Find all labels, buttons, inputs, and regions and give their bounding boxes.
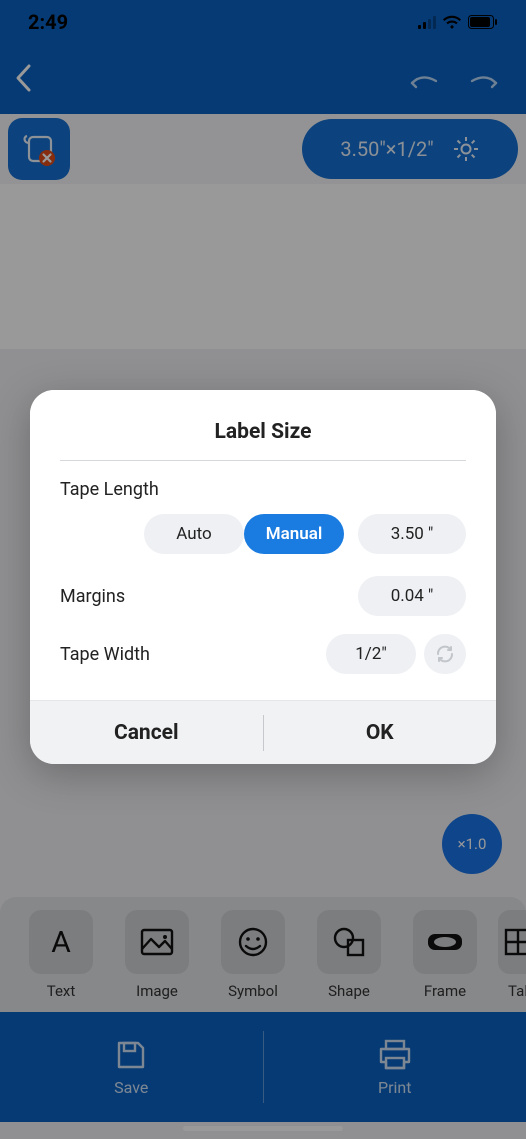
ok-button[interactable]: OK	[264, 701, 497, 764]
tape-length-value[interactable]: 3.50"	[358, 514, 466, 554]
tape-length-label: Tape Length	[60, 479, 466, 500]
tape-width-label: Tape Width	[60, 644, 150, 665]
margins-value[interactable]: 0.04"	[358, 576, 466, 616]
cancel-button[interactable]: Cancel	[30, 701, 263, 764]
length-mode-segment: Auto Manual	[144, 514, 344, 554]
margins-label: Margins	[60, 586, 125, 607]
modal-divider	[60, 460, 466, 461]
label-size-modal: Label Size Tape Length Auto Manual 3.50"…	[30, 390, 496, 764]
refresh-width-button[interactable]	[424, 634, 466, 674]
modal-footer: Cancel OK	[30, 700, 496, 764]
manual-option[interactable]: Manual	[244, 514, 344, 554]
tape-width-value[interactable]: 1/2"	[326, 634, 416, 674]
modal-title: Label Size	[60, 420, 466, 460]
auto-option[interactable]: Auto	[144, 514, 244, 554]
refresh-icon	[434, 643, 456, 665]
